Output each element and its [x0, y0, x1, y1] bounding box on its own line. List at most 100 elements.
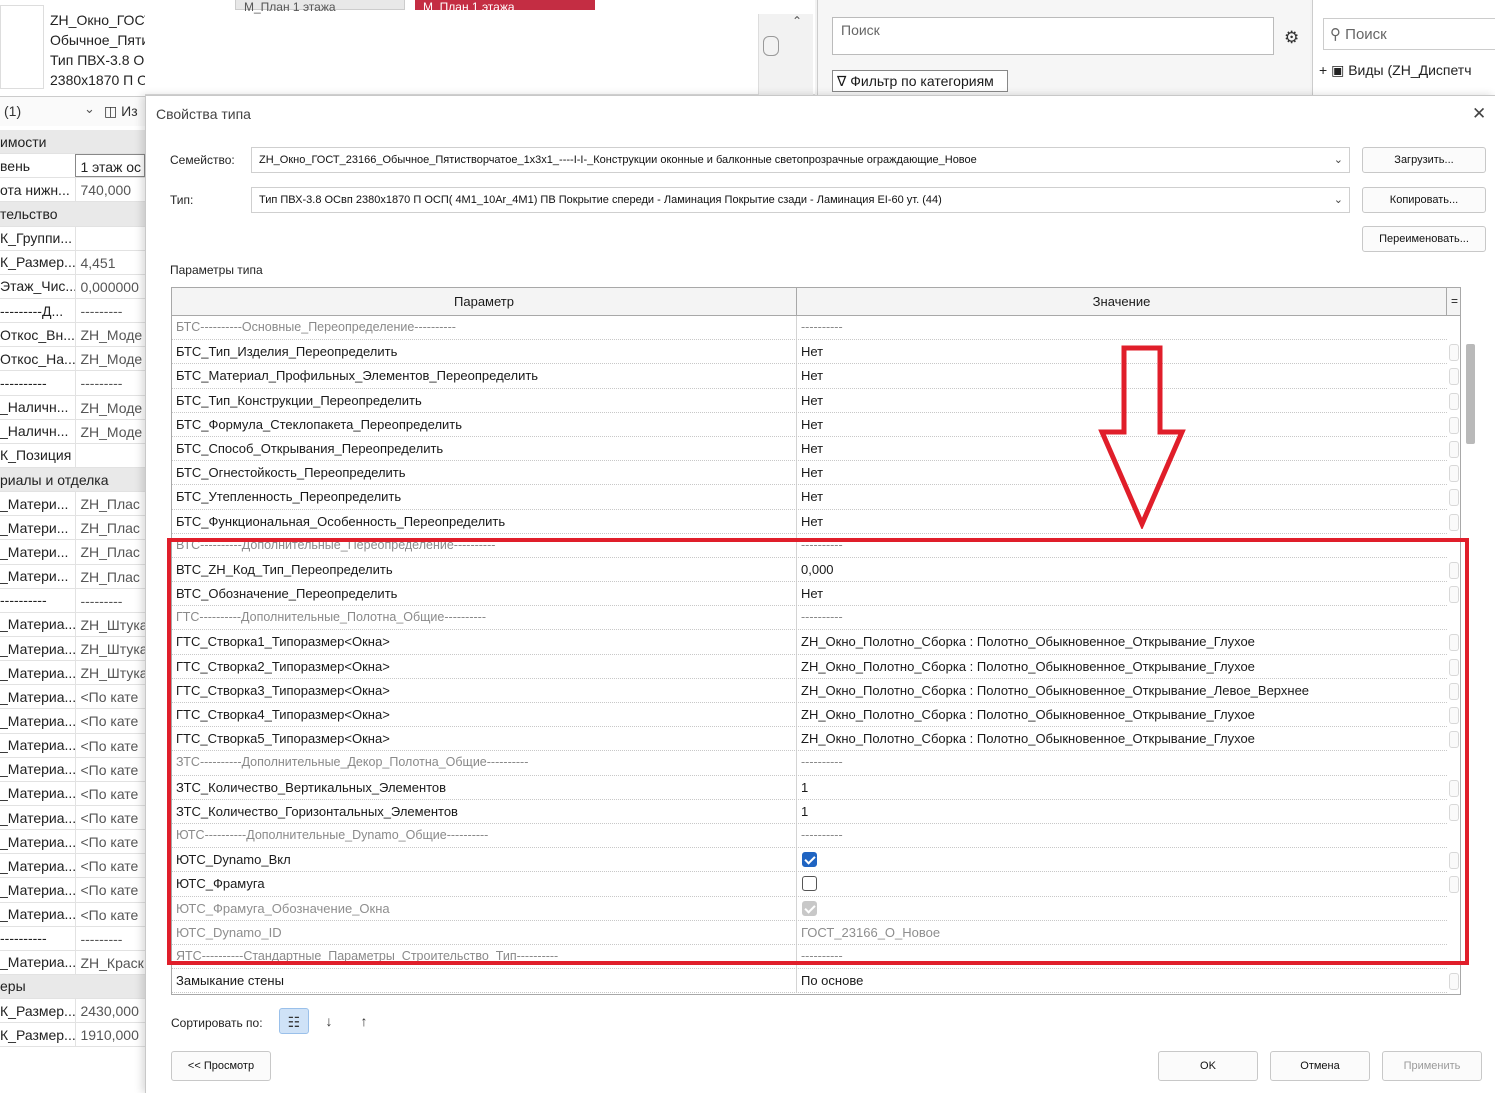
- property-value[interactable]: <По кате: [75, 902, 145, 926]
- properties-group-header[interactable]: еры: [0, 974, 145, 1000]
- parameter-value[interactable]: 1: [797, 776, 1447, 799]
- family-search-input[interactable]: Поиск: [832, 17, 1274, 55]
- associate-parameter-button[interactable]: [1449, 634, 1459, 652]
- properties-group-header[interactable]: тельство: [0, 202, 145, 227]
- parameter-row[interactable]: ВТС_ZH_Код_Тип_Переопределить 0,000: [172, 557, 1459, 583]
- associate-parameter-button[interactable]: [1449, 513, 1459, 531]
- property-value[interactable]: ZH_Штука: [75, 661, 145, 685]
- properties-row[interactable]: _Матери... ZH_Плас: [0, 492, 145, 517]
- properties-row[interactable]: К_Размер... 4,451: [0, 250, 145, 275]
- parameter-value[interactable]: Нет: [797, 582, 1447, 605]
- view-tab[interactable]: М_План 1 этажа: [235, 0, 405, 14]
- associate-parameter-button[interactable]: [1449, 682, 1459, 700]
- parameter-row[interactable]: ГТС_Створка4_Типоразмер<Окна> ZH_Окно_Пол…: [172, 703, 1459, 728]
- chevron-up-icon[interactable]: ⌃: [792, 14, 802, 28]
- parameter-value[interactable]: ZH_Окно_Полотно_Сборка : Полотно_Обыкнов…: [797, 655, 1447, 678]
- properties-row[interactable]: ---------Д... ---------: [0, 298, 145, 324]
- rename-button[interactable]: Переименовать...: [1362, 226, 1486, 252]
- properties-row[interactable]: ---------- ---------: [0, 371, 145, 396]
- associate-parameter-button[interactable]: [1449, 876, 1459, 894]
- properties-group-header[interactable]: имости: [0, 130, 145, 155]
- parameter-value[interactable]: 1: [797, 800, 1447, 823]
- properties-row[interactable]: Откос_Вн... ZH_Моде: [0, 323, 145, 348]
- grid-scrollbar[interactable]: [1466, 344, 1475, 444]
- properties-row[interactable]: _Материа... ZH_Штука: [0, 661, 145, 686]
- ok-button[interactable]: OK: [1158, 1051, 1258, 1081]
- parameter-value[interactable]: [797, 848, 1447, 871]
- parameter-row[interactable]: БТС_Формула_Стеклопакета_Переопределить Н…: [172, 412, 1459, 437]
- copy-button[interactable]: Копировать...: [1362, 187, 1486, 213]
- parameter-row[interactable]: БТС_Утепленность_Переопределить Нет: [172, 485, 1459, 510]
- parameter-value[interactable]: Нет: [797, 485, 1447, 508]
- associate-parameter-button[interactable]: [1449, 973, 1459, 991]
- property-value[interactable]: <По кате: [75, 854, 145, 878]
- parameter-row[interactable]: БТС_Огнестойкость_Переопределить Нет: [172, 461, 1459, 486]
- parameter-value[interactable]: [797, 872, 1447, 895]
- gear-icon[interactable]: ⚙: [1284, 28, 1299, 48]
- parameter-value[interactable]: ZH_Окно_Полотно_Сборка : Полотно_Обыкнов…: [797, 727, 1447, 750]
- property-value[interactable]: 2430,000: [75, 999, 145, 1023]
- parameter-row[interactable]: ВТС_Обозначение_Переопределить Нет: [172, 582, 1459, 607]
- property-value[interactable]: <По кате: [75, 757, 145, 781]
- properties-row[interactable]: Откос_На... ZH_Моде: [0, 347, 145, 372]
- properties-row[interactable]: _Матери... ZH_Плас: [0, 564, 145, 589]
- property-value[interactable]: ZH_Плас: [75, 540, 145, 564]
- associate-parameter-button[interactable]: [1449, 731, 1459, 749]
- column-header-formula[interactable]: =: [1447, 288, 1460, 316]
- parameter-value[interactable]: Нет: [797, 461, 1447, 484]
- properties-group-header[interactable]: риалы и отделка: [0, 467, 145, 493]
- parameter-value[interactable]: ZH_Окно_Полотно_Сборка : Полотно_Обыкнов…: [797, 703, 1447, 726]
- sort-grouped-icon[interactable]: ☷: [279, 1008, 309, 1034]
- properties-row[interactable]: _Материа... ZH_Штука: [0, 636, 145, 662]
- parameter-row[interactable]: БТС_Тип_Конструкции_Переопределить Нет: [172, 388, 1459, 413]
- parameter-value[interactable]: Нет: [797, 389, 1447, 412]
- type-select[interactable]: Тип ПВХ-3.8 ОСвп 2380x1870 П ОСП( 4М1_10…: [251, 187, 1350, 213]
- properties-row[interactable]: К_Размер... 1910,000: [0, 1023, 145, 1048]
- property-value[interactable]: ZH_Моде: [75, 419, 145, 443]
- properties-row[interactable]: ---------- ---------: [0, 588, 145, 613]
- parameter-value[interactable]: Нет: [797, 364, 1447, 387]
- property-value[interactable]: ZH_Плас: [75, 492, 145, 516]
- property-value[interactable]: <По кате: [75, 709, 145, 733]
- steering-wheel-icon[interactable]: [763, 36, 779, 56]
- associate-parameter-button[interactable]: [1449, 489, 1459, 507]
- associate-parameter-button[interactable]: [1449, 561, 1459, 579]
- parameter-group-row[interactable]: БТС----------Основные_Переопределение---…: [172, 316, 1447, 341]
- associate-parameter-button[interactable]: [1449, 707, 1459, 724]
- associate-parameter-button[interactable]: [1449, 440, 1459, 458]
- column-header-value[interactable]: Значение: [797, 288, 1447, 316]
- parameter-value[interactable]: ZH_Окно_Полотно_Сборка : Полотно_Обыкнов…: [797, 630, 1447, 653]
- property-value[interactable]: <По кате: [75, 685, 145, 709]
- sort-ascending-icon[interactable]: ↓: [314, 1008, 344, 1034]
- parameter-row[interactable]: ЮТС_Фрамуга: [172, 872, 1459, 897]
- category-filter-button[interactable]: ∇ Фильтр по категориям: [832, 70, 1008, 92]
- property-value[interactable]: ZH_Штука: [75, 612, 145, 636]
- property-value[interactable]: ZH_Моде: [75, 395, 145, 419]
- parameter-value[interactable]: 0,000: [797, 558, 1447, 581]
- property-value[interactable]: 4,451: [75, 250, 145, 274]
- properties-row[interactable]: _Материа... <По кате: [0, 805, 145, 831]
- parameter-group-row[interactable]: ВТС----------Дополнительные_Переопределе…: [172, 533, 1447, 558]
- property-value[interactable]: ZH_Плас: [75, 516, 145, 540]
- browser-tree-item[interactable]: + ▣ Виды (ZH_Диспетч: [1319, 62, 1472, 79]
- apply-button[interactable]: Применить: [1382, 1051, 1482, 1081]
- family-select[interactable]: ZH_Окно_ГОСТ_23166_Обычное_Пятистворчато…: [251, 147, 1350, 173]
- properties-row[interactable]: _Материа... <По кате: [0, 685, 145, 710]
- type-selector-name[interactable]: ZH_Окно_ГОСТ_23166_ Обычное_Пятистворч… …: [50, 10, 145, 90]
- parameter-row[interactable]: ЗТС_Количество_Вертикальных_Элементов 1: [172, 775, 1459, 800]
- properties-row[interactable]: К_Размер... 2430,000: [0, 999, 145, 1024]
- properties-row[interactable]: _Матери... ZH_Плас: [0, 540, 145, 565]
- parameter-row[interactable]: ЗТС_Количество_Горизонтальных_Элементов 1: [172, 799, 1459, 824]
- property-value[interactable]: ---------: [75, 926, 145, 950]
- associate-parameter-button[interactable]: [1449, 658, 1459, 676]
- checkbox[interactable]: [802, 876, 817, 892]
- parameter-value[interactable]: Нет: [797, 340, 1447, 363]
- properties-row[interactable]: _Материа... ZH_Штука: [0, 612, 145, 637]
- associate-parameter-button[interactable]: [1449, 344, 1459, 362]
- properties-row[interactable]: _Материа... <По кате: [0, 854, 145, 879]
- associate-parameter-button[interactable]: [1449, 779, 1459, 797]
- parameter-value[interactable]: ZH_Окно_Полотно_Сборка : Полотно_Обыкнов…: [797, 679, 1447, 702]
- parameter-group-row[interactable]: ЯТС----------Стандартные_Параметры_Строи…: [172, 944, 1447, 970]
- parameter-row[interactable]: БТС_Функциональная_Особенность_Переопред…: [172, 509, 1459, 534]
- associate-parameter-button[interactable]: [1449, 465, 1459, 483]
